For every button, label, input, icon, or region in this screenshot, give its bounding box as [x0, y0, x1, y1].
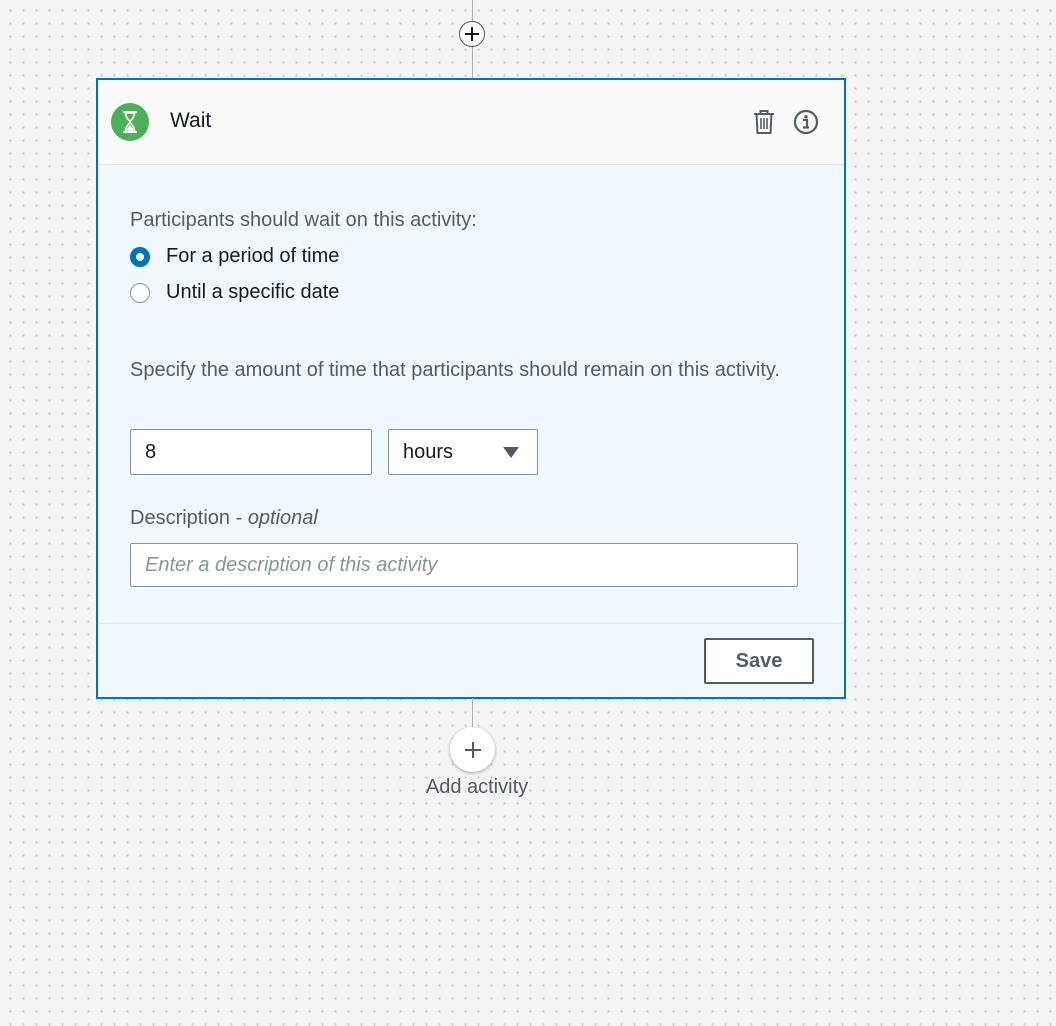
- card-body: Participants should wait on this activit…: [98, 165, 844, 624]
- save-button[interactable]: Save: [704, 638, 814, 684]
- duration-amount-input[interactable]: [130, 429, 372, 475]
- wait-mode-question: Participants should wait on this activit…: [130, 209, 477, 231]
- radio-checked-icon: [130, 246, 150, 267]
- description-label: Description - optional: [130, 507, 318, 530]
- card-footer: Save: [98, 624, 844, 699]
- delete-activity-button[interactable]: [750, 108, 778, 136]
- insert-activity-button[interactable]: [459, 21, 485, 47]
- hourglass-icon: [123, 111, 137, 133]
- wait-activity-card: Wait Participants should wait on this ac…: [96, 78, 846, 699]
- optional-tag: optional: [247, 507, 318, 529]
- plus-icon: [464, 741, 481, 758]
- description-label-text: Description -: [130, 507, 248, 529]
- caret-down-icon: [503, 446, 519, 458]
- duration-instruction: Specify the amount of time that particip…: [130, 359, 780, 381]
- card-title: Wait: [170, 109, 212, 132]
- info-button[interactable]: [792, 108, 820, 136]
- duration-unit-select[interactable]: hours: [388, 429, 538, 475]
- wait-badge: [111, 103, 149, 141]
- radio-specific-date[interactable]: Until a specific date: [130, 281, 339, 304]
- flow-connector-bottom: [472, 698, 473, 728]
- info-icon: [793, 109, 819, 135]
- add-activity-label[interactable]: Add activity: [402, 776, 552, 799]
- add-activity-button[interactable]: [450, 727, 495, 772]
- radio-period-of-time[interactable]: For a period of time: [130, 245, 339, 268]
- radio-unchecked-icon: [130, 282, 150, 303]
- trash-icon: [754, 110, 774, 134]
- radio-label: Until a specific date: [166, 281, 340, 303]
- duration-unit-value: hours: [403, 440, 454, 463]
- description-input[interactable]: [130, 543, 798, 587]
- radio-label: For a period of time: [166, 245, 340, 267]
- card-header: Wait: [98, 80, 844, 165]
- plus-icon: [465, 27, 479, 41]
